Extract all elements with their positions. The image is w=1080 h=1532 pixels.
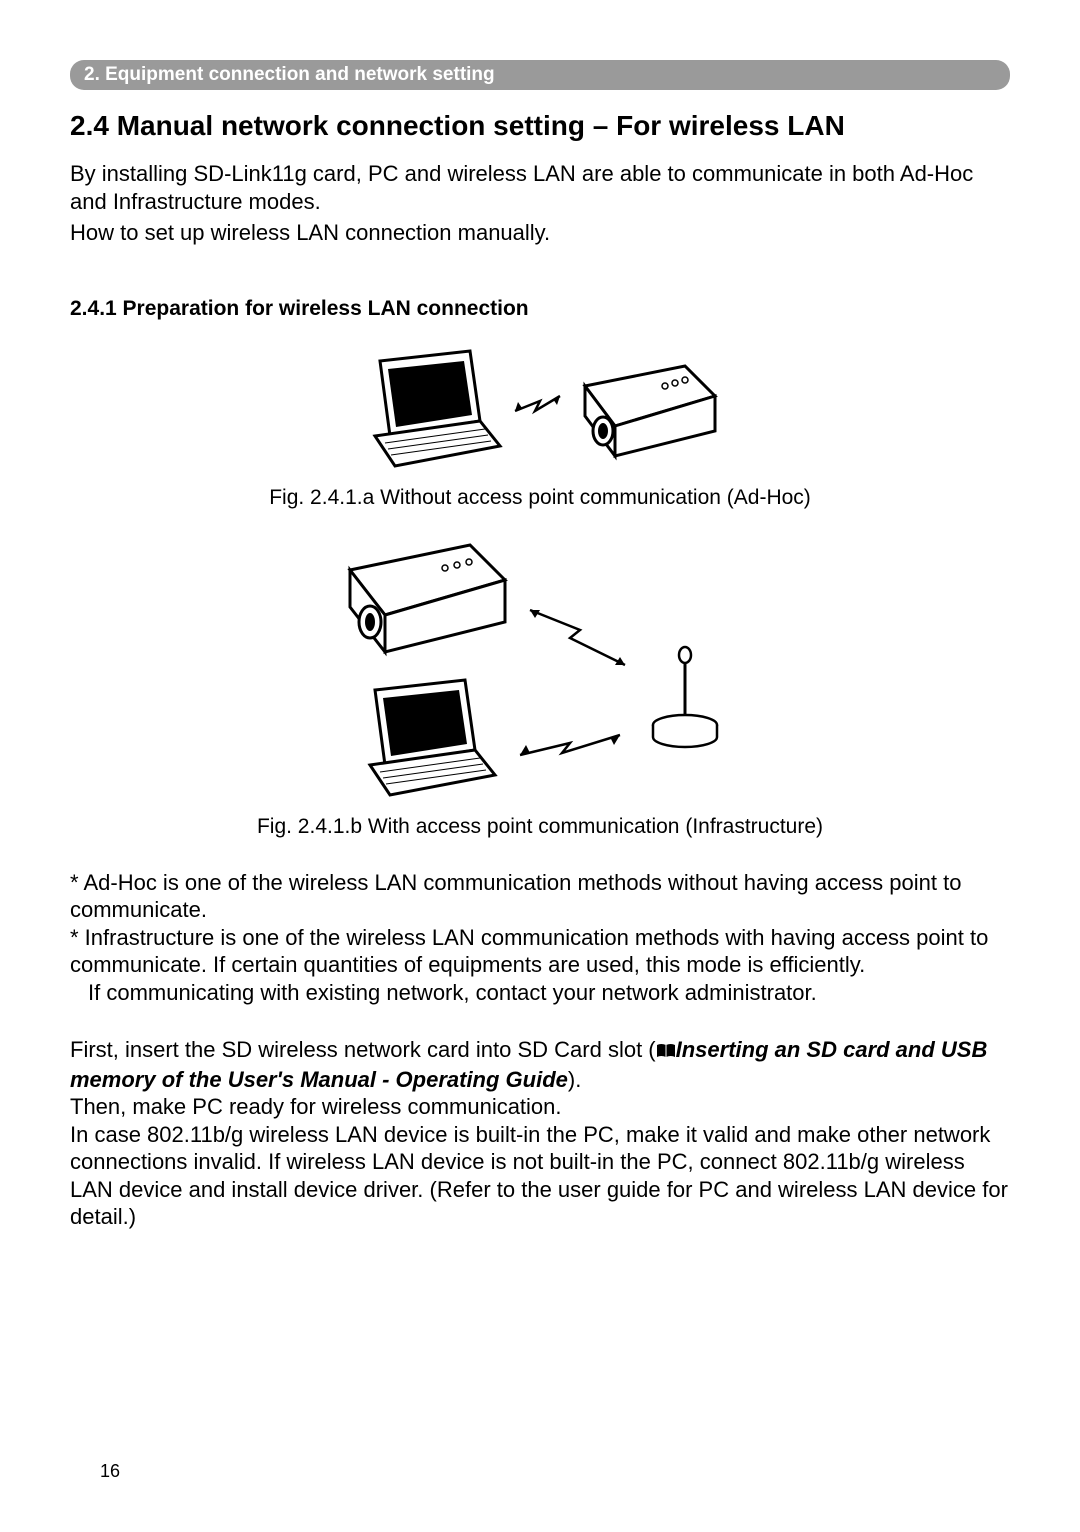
figure-a-caption: Fig. 2.4.1.a Without access point commun… bbox=[70, 486, 1010, 510]
document-page: 2. Equipment connection and network sett… bbox=[0, 0, 1080, 1532]
subsection-title: 2.4.1 Preparation for wireless LAN conne… bbox=[70, 297, 1010, 321]
instruction-paragraph: First, insert the SD wireless network ca… bbox=[70, 1036, 1010, 1231]
bullet-3: If communicating with existing network, … bbox=[70, 979, 1010, 1007]
bullet-list: * Ad-Hoc is one of the wireless LAN comm… bbox=[70, 869, 1010, 1007]
figure-b-caption: Fig. 2.4.1.b With access point communica… bbox=[70, 815, 1010, 839]
page-number: 16 bbox=[100, 1461, 120, 1482]
bullet-1-text: * Ad-Hoc is one of the wireless LAN comm… bbox=[70, 870, 961, 923]
intro-paragraph-2: How to set up wireless LAN connection ma… bbox=[70, 219, 1010, 247]
breadcrumb-text: 2. Equipment connection and network sett… bbox=[84, 64, 495, 85]
adhoc-diagram-icon bbox=[350, 341, 730, 471]
bullet-1: * Ad-Hoc is one of the wireless LAN comm… bbox=[70, 869, 1010, 924]
figure-b: Fig. 2.4.1.b With access point communica… bbox=[70, 540, 1010, 839]
bullet-2: * Infrastructure is one of the wireless … bbox=[70, 924, 1010, 979]
intro-paragraph-1: By installing SD-Link11g card, PC and wi… bbox=[70, 160, 1010, 215]
book-icon bbox=[656, 1038, 676, 1066]
para-1b: ). bbox=[568, 1067, 581, 1092]
para-3: In case 802.11b/g wireless LAN device is… bbox=[70, 1122, 1008, 1230]
bullet-2-text: * Infrastructure is one of the wireless … bbox=[70, 925, 988, 978]
figure-a: Fig. 2.4.1.a Without access point commun… bbox=[70, 341, 1010, 510]
infrastructure-diagram-icon bbox=[320, 540, 760, 800]
section-title: 2.4 Manual network connection setting – … bbox=[70, 110, 1010, 142]
para-2: Then, make PC ready for wireless communi… bbox=[70, 1094, 562, 1119]
breadcrumb-bar: 2. Equipment connection and network sett… bbox=[70, 60, 1010, 90]
para-1a: First, insert the SD wireless network ca… bbox=[70, 1037, 656, 1062]
bullet-3-text: If communicating with existing network, … bbox=[70, 979, 1010, 1007]
